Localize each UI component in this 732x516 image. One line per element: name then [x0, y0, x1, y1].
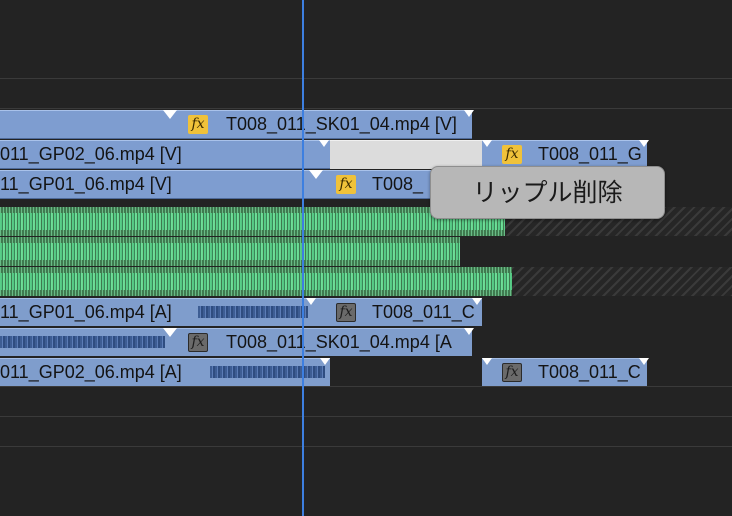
clip-v3-a[interactable]: [0, 110, 170, 139]
audio-waveform-a3[interactable]: [0, 267, 512, 296]
fx-icon[interactable]: fx: [188, 115, 208, 134]
fx-icon[interactable]: fx: [336, 175, 356, 194]
clip-boundary-marker: [464, 110, 474, 117]
selected-gap[interactable]: [330, 140, 482, 169]
clip-boundary-marker: [482, 140, 492, 147]
clip-a4-b[interactable]: fx T008_011_C: [316, 298, 482, 326]
clip-label: T008_011_G: [538, 144, 642, 164]
clip-boundary-marker: [639, 358, 649, 365]
clip-boundary-marker: [163, 110, 177, 119]
clip-a5-a[interactable]: [0, 328, 170, 356]
track-divider: [0, 416, 732, 417]
clip-label: T008_011_C: [538, 362, 641, 382]
fx-icon[interactable]: fx: [336, 303, 356, 322]
clip-boundary-marker: [472, 298, 482, 305]
clip-a5-b[interactable]: fx T008_011_SK01_04.mp4 [A: [170, 328, 472, 356]
clip-label: 011_GP02_06.mp4 [V]: [0, 144, 182, 164]
clip-v2-c[interactable]: fx T008_011_G: [482, 140, 647, 169]
clip-v3-b[interactable]: fx T008_011_SK01_04.mp4 [V]: [170, 110, 472, 139]
clip-label: 11_GP01_06.mp4 [V]: [0, 174, 172, 194]
clip-boundary-marker: [309, 170, 323, 179]
ripple-delete-tooltip[interactable]: リップル削除: [430, 166, 665, 219]
track-divider: [0, 108, 732, 109]
clip-boundary-marker: [163, 328, 177, 337]
clip-boundary-marker: [482, 358, 492, 365]
track-divider: [0, 386, 732, 387]
clip-boundary-marker: [639, 140, 649, 147]
clip-waveform: [210, 366, 325, 378]
fx-icon[interactable]: fx: [502, 145, 522, 164]
clip-v2-a[interactable]: 011_GP02_06.mp4 [V]: [0, 140, 330, 169]
fx-icon[interactable]: fx: [502, 363, 522, 382]
clip-v1-a[interactable]: 11_GP01_06.mp4 [V]: [0, 170, 316, 199]
track-divider: [0, 446, 732, 447]
track-divider: [0, 78, 732, 79]
clip-a6-a[interactable]: 011_GP02_06.mp4 [A]: [0, 358, 330, 386]
empty-region-hatch: [512, 267, 732, 296]
clip-label: T008_: [372, 174, 424, 194]
clip-label: T008_011_SK01_04.mp4 [V]: [226, 114, 457, 134]
clip-boundary-marker: [319, 140, 329, 147]
clip-waveform: [198, 306, 308, 318]
fx-icon[interactable]: fx: [188, 333, 208, 352]
clip-a4-a[interactable]: 11_GP01_06.mp4 [A]: [0, 298, 316, 326]
clip-a6-b[interactable]: fx T008_011_C: [482, 358, 647, 386]
clip-boundary-marker: [306, 298, 316, 305]
audio-waveform-a2[interactable]: [0, 237, 460, 266]
clip-boundary-marker: [320, 358, 330, 365]
playhead[interactable]: [302, 0, 304, 516]
clip-label: T008_011_SK01_04.mp4 [A: [226, 332, 452, 352]
clip-label: 11_GP01_06.mp4 [A]: [0, 302, 172, 322]
clip-label: T008_011_C: [372, 302, 475, 322]
clip-waveform: [0, 336, 165, 348]
clip-label: 011_GP02_06.mp4 [A]: [0, 362, 182, 382]
clip-boundary-marker: [464, 328, 474, 335]
